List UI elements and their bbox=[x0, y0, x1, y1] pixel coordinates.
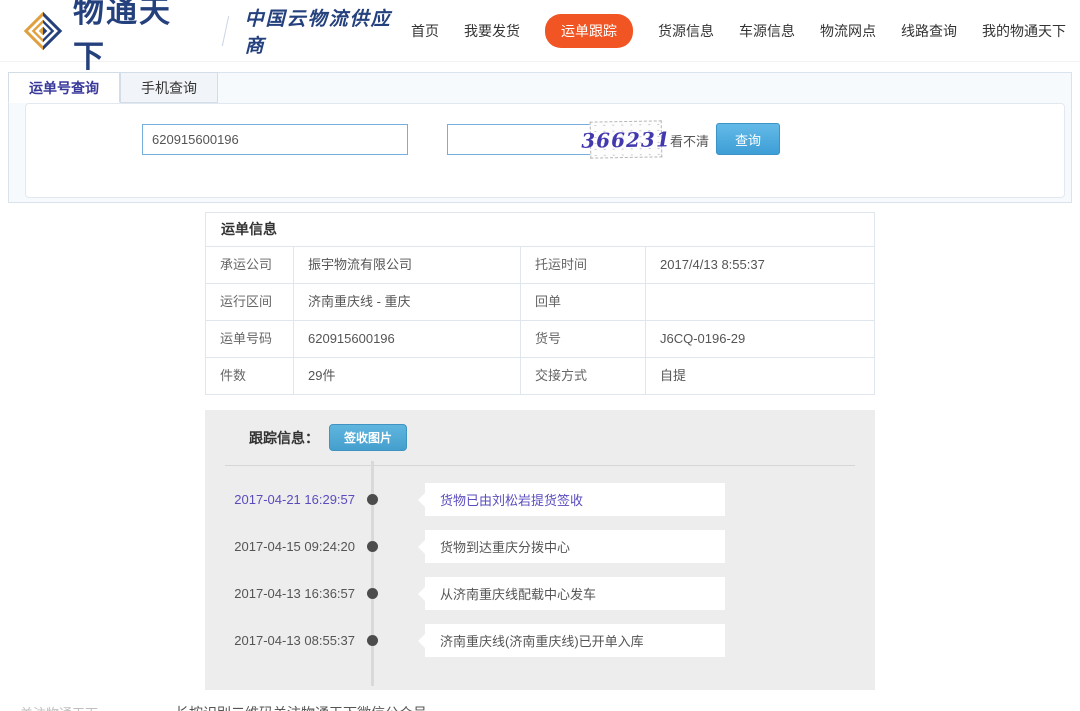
tracking-section: 跟踪信息： 签收图片 2017-04-21 16:29:57 货物已由刘松岩提货… bbox=[205, 410, 875, 690]
footer-dark-text: 长按识别二维码关注物通天下微信公众号 bbox=[175, 703, 427, 711]
row-label-2: 交接方式 bbox=[521, 358, 646, 394]
query-tab[interactable]: 手机查询 bbox=[120, 72, 218, 103]
top-nav: 首页 我要发货 运单跟踪 货源信息 车源信息 物流网点 线路查询 我的物通天下 bbox=[411, 14, 1066, 48]
logo-text: 物通天下 bbox=[73, 0, 204, 76]
row-value-1: 振宇物流有限公司 bbox=[294, 247, 521, 283]
event-message: 从济南重庆线配载中心发车 bbox=[440, 584, 596, 603]
row-label-1: 运行区间 bbox=[206, 284, 294, 320]
table-row: 承运公司 振宇物流有限公司 托运时间 2017/4/13 8:55:37 bbox=[206, 246, 874, 283]
timeline-event: 2017-04-15 09:24:20 货物到达重庆分拨中心 bbox=[205, 523, 875, 570]
row-label-1: 承运公司 bbox=[206, 247, 294, 283]
captcha-refresh-link[interactable]: 看不清 bbox=[670, 131, 709, 150]
nav-item[interactable]: 我要发货 bbox=[464, 14, 520, 48]
table-row: 运单号码 620915600196 货号 J6CQ-0196-29 bbox=[206, 320, 874, 357]
nav-item[interactable]: 线路查询 bbox=[901, 14, 957, 48]
nav-item[interactable]: 运单跟踪 bbox=[545, 14, 633, 48]
query-form: 366231 看不清 查询 bbox=[25, 103, 1065, 198]
event-card: 从济南重庆线配载中心发车 bbox=[425, 577, 725, 610]
event-time: 2017-04-21 16:29:57 bbox=[205, 492, 355, 507]
footer-light-text: 关注物通天下 bbox=[20, 703, 98, 711]
query-tab[interactable]: 运单号查询 bbox=[8, 72, 120, 103]
event-dot-icon bbox=[367, 541, 378, 552]
tracking-header: 跟踪信息： 签收图片 bbox=[205, 410, 875, 465]
nav-item[interactable]: 车源信息 bbox=[739, 14, 795, 48]
timeline: 2017-04-21 16:29:57 货物已由刘松岩提货签收 2017-04-… bbox=[205, 466, 875, 664]
row-value-2: 2017/4/13 8:55:37 bbox=[646, 247, 874, 283]
receipt-image-button[interactable]: 签收图片 bbox=[329, 424, 407, 451]
row-value-2 bbox=[646, 284, 874, 320]
timeline-event: 2017-04-13 08:55:37 济南重庆线(济南重庆线)已开单入库 bbox=[205, 617, 875, 664]
query-tabs: 运单号查询 手机查询 bbox=[8, 72, 1071, 103]
row-value-2: 自提 bbox=[646, 358, 874, 394]
event-time: 2017-04-15 09:24:20 bbox=[205, 539, 355, 554]
nav-item[interactable]: 我的物通天下 bbox=[982, 14, 1066, 48]
row-label-1: 件数 bbox=[206, 358, 294, 394]
row-value-1: 济南重庆线 - 重庆 bbox=[294, 284, 521, 320]
event-time: 2017-04-13 08:55:37 bbox=[205, 633, 355, 648]
row-label-2: 回单 bbox=[521, 284, 646, 320]
row-value-2: J6CQ-0196-29 bbox=[646, 321, 874, 357]
row-label-2: 货号 bbox=[521, 321, 646, 357]
waybill-number-input[interactable] bbox=[142, 124, 408, 155]
event-dot-icon bbox=[367, 494, 378, 505]
row-label-2: 托运时间 bbox=[521, 247, 646, 283]
query-panel: 运单号查询 手机查询 366231 看不清 查询 bbox=[8, 72, 1072, 203]
footer-clipped-text: 关注物通天下 长按识别二维码关注物通天下微信公众号 bbox=[0, 700, 1080, 711]
event-message: 货物已由刘松岩提货签收 bbox=[440, 490, 583, 509]
nav-item[interactable]: 货源信息 bbox=[658, 14, 714, 48]
page-header: 物通天下 中国云物流供应商 首页 我要发货 运单跟踪 货源信息 车源信息 物流网… bbox=[0, 0, 1080, 62]
row-label-1: 运单号码 bbox=[206, 321, 294, 357]
timeline-event: 2017-04-13 16:36:57 从济南重庆线配载中心发车 bbox=[205, 570, 875, 617]
search-button[interactable]: 查询 bbox=[716, 123, 780, 155]
table-row: 运行区间 济南重庆线 - 重庆 回单 bbox=[206, 283, 874, 320]
event-message: 货物到达重庆分拨中心 bbox=[440, 537, 570, 556]
timeline-event: 2017-04-21 16:29:57 货物已由刘松岩提货签收 bbox=[205, 476, 875, 523]
logo-diamond-icon bbox=[22, 10, 64, 52]
nav-item[interactable]: 首页 bbox=[411, 14, 439, 48]
phone-input[interactable] bbox=[447, 124, 597, 155]
logo[interactable]: 物通天下 中国云物流供应商 bbox=[22, 0, 411, 76]
waybill-info-table: 运单信息 承运公司 振宇物流有限公司 托运时间 2017/4/13 8:55:3… bbox=[205, 212, 875, 395]
waybill-info-title: 运单信息 bbox=[206, 213, 874, 246]
row-value-1: 620915600196 bbox=[294, 321, 521, 357]
captcha-image[interactable]: 366231 bbox=[590, 120, 663, 158]
tracking-title: 跟踪信息： bbox=[249, 428, 319, 448]
table-row: 件数 29件 交接方式 自提 bbox=[206, 357, 874, 394]
event-message: 济南重庆线(济南重庆线)已开单入库 bbox=[440, 631, 644, 650]
event-time: 2017-04-13 16:36:57 bbox=[205, 586, 355, 601]
event-card: 货物已由刘松岩提货签收 bbox=[425, 483, 725, 516]
event-dot-icon bbox=[367, 635, 378, 646]
logo-separator bbox=[221, 16, 228, 46]
row-value-1: 29件 bbox=[294, 358, 521, 394]
event-dot-icon bbox=[367, 588, 378, 599]
event-card: 货物到达重庆分拨中心 bbox=[425, 530, 725, 563]
event-card: 济南重庆线(济南重庆线)已开单入库 bbox=[425, 624, 725, 657]
nav-item[interactable]: 物流网点 bbox=[820, 14, 876, 48]
logo-tagline: 中国云物流供应商 bbox=[245, 4, 411, 58]
